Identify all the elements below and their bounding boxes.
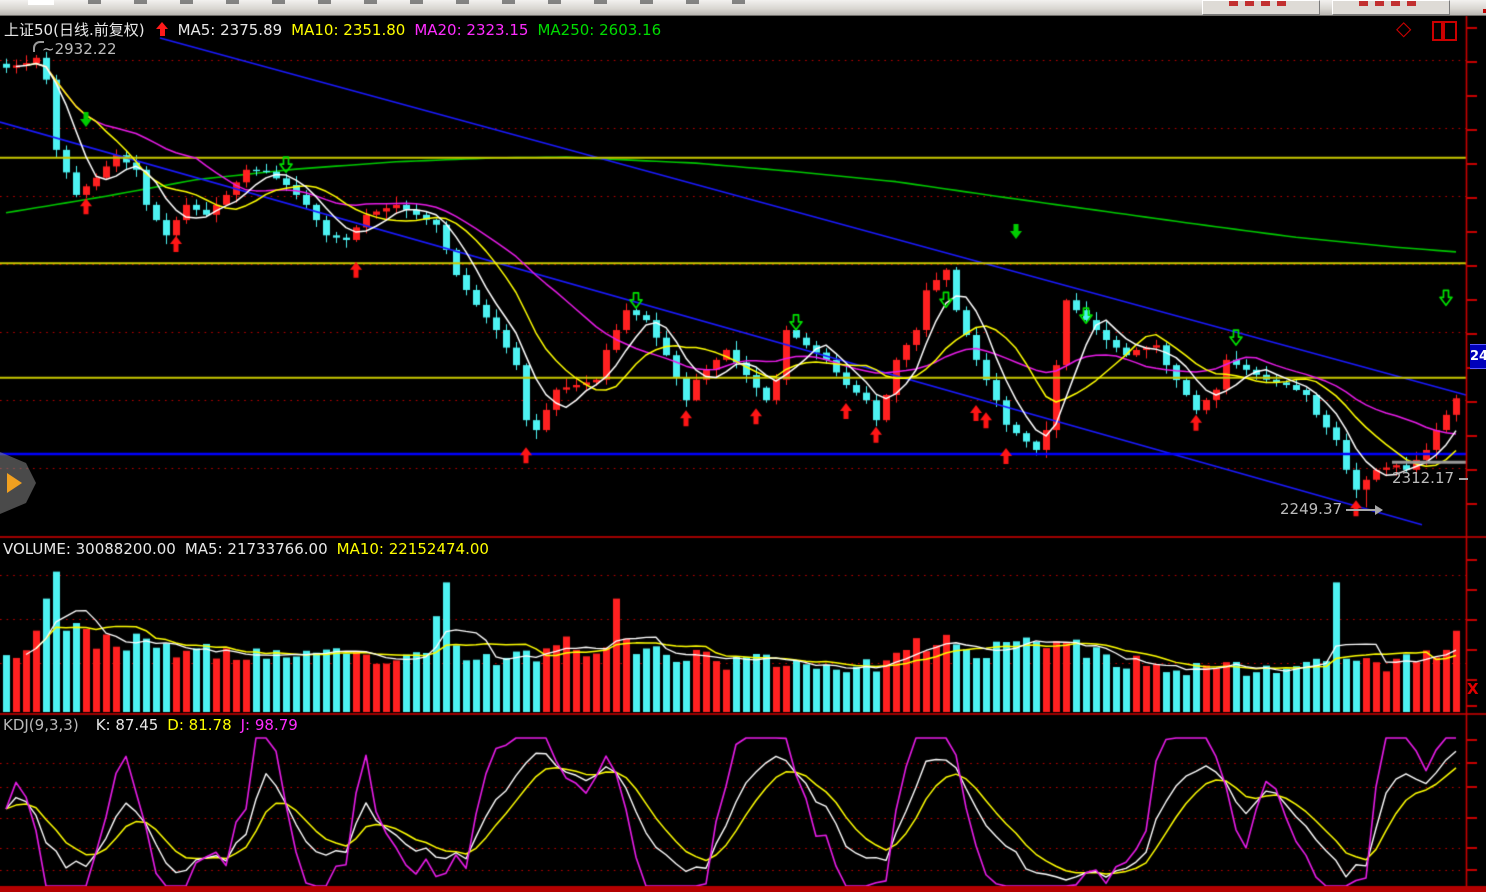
ma250-value: MA250: 2603.16 <box>537 21 661 39</box>
kdj-d-value: D: 81.78 <box>167 716 231 734</box>
volume-ma10-value: MA10: 22152474.00 <box>337 540 489 558</box>
chart-canvas[interactable] <box>0 0 1486 892</box>
symbol-title: 上证50(日线.前复权) <box>4 21 145 39</box>
volume-ma5-value: MA5: 21733766.00 <box>185 540 328 558</box>
volume-header: VOLUME: 30088200.00 MA5: 21733766.00 MA10:… <box>3 540 498 558</box>
pointer-hook-icon <box>33 41 44 52</box>
ma5-value: MA5: 2375.89 <box>178 21 283 39</box>
quote-button-1[interactable] <box>1202 0 1320 15</box>
pane-close-button[interactable]: X <box>1467 680 1479 698</box>
volume-value: VOLUME: 30088200.00 <box>3 540 176 558</box>
ma20-value: MA20: 2323.15 <box>414 21 528 39</box>
arrow-right-icon <box>1346 509 1376 511</box>
axis-price-badge: 24 <box>1470 344 1486 369</box>
quote-button-2[interactable] <box>1332 0 1450 15</box>
low-price-label: 2249.37 <box>1280 500 1376 518</box>
high-price-label: ~2932.22 <box>42 40 117 58</box>
tile-windows-icon[interactable] <box>1432 21 1459 41</box>
red-text-clipped <box>1229 1 1293 6</box>
dash-icon <box>1459 478 1468 480</box>
up-arrow-icon <box>156 22 169 36</box>
expand-arrow-icon <box>7 473 22 493</box>
toolbar-icon[interactable] <box>28 0 54 5</box>
marked-price-label: 2312.17 <box>1392 469 1468 487</box>
kdj-header: KDJ(9,3,3) K: 87.45 D: 81.78 J: 98.79 <box>3 716 307 734</box>
kdj-title: KDJ(9,3,3) <box>3 716 79 734</box>
menu-bar[interactable] <box>0 0 1486 16</box>
red-text-clipped <box>1359 1 1423 6</box>
kdj-j-value: J: 98.79 <box>241 716 298 734</box>
trading-app-window: 上证50(日线.前复权) MA5: 2375.89 MA10: 2351.80 MA2… <box>0 0 1486 892</box>
diamond-icon[interactable]: ◇ <box>1396 17 1411 39</box>
menu-items-clipped[interactable] <box>88 0 748 4</box>
ma10-value: MA10: 2351.80 <box>291 21 405 39</box>
main-chart-header: 上证50(日线.前复权) MA5: 2375.89 MA10: 2351.80 MA2… <box>4 19 670 40</box>
kdj-k-value: K: 87.45 <box>96 716 159 734</box>
